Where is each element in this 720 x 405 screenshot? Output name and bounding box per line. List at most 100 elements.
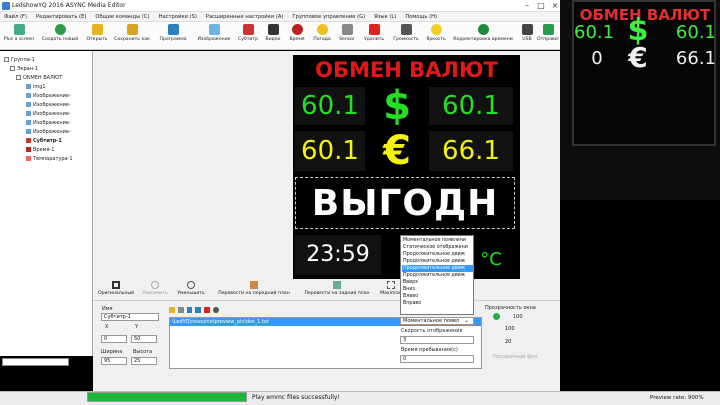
- transparency-radio[interactable]: [493, 313, 500, 320]
- bring-front-icon: [250, 281, 258, 289]
- video-icon: [267, 24, 279, 35]
- video-button[interactable]: Видео: [262, 24, 284, 49]
- tree-horizontal-scrollbar[interactable]: [2, 358, 69, 366]
- scene-usd-buy: 60.1: [574, 22, 615, 43]
- arrow-down-icon[interactable]: [195, 307, 202, 313]
- zoom-out-button[interactable]: Уменьшить: [175, 281, 207, 296]
- tree-item-group[interactable]: Группа-1: [4, 55, 35, 64]
- menu-language[interactable]: Язык (L): [374, 14, 396, 20]
- original-size-button[interactable]: Оригинальный: [97, 281, 135, 296]
- plus-screen-button[interactable]: Plus a screen: [2, 24, 36, 49]
- zoom-in-button[interactable]: Увеличить: [139, 281, 171, 296]
- dropdown-option[interactable]: Влево: [402, 293, 474, 300]
- speed-field[interactable]: 3: [400, 336, 474, 344]
- effect-select[interactable]: Моментальное появл: [400, 317, 474, 325]
- name-label: Имя: [102, 306, 113, 312]
- tree-item-time[interactable]: Время-1: [26, 145, 54, 154]
- delete-icon[interactable]: [204, 307, 211, 313]
- settings-icon[interactable]: [213, 307, 219, 313]
- menu-edit[interactable]: Редактировать (E): [36, 14, 86, 20]
- chevron-down-icon[interactable]: ⌄: [464, 317, 469, 324]
- subtitle-button[interactable]: Субтитр: [236, 24, 260, 49]
- menu-settings[interactable]: Настройки (S): [159, 14, 197, 20]
- tree-item-img1[interactable]: img1: [26, 82, 46, 91]
- usb-icon: [521, 24, 533, 35]
- tree-item-image[interactable]: Изображение-: [26, 127, 71, 136]
- send-icon: [542, 24, 554, 35]
- menu-file[interactable]: Файл (F): [4, 14, 27, 20]
- y-field[interactable]: 50: [131, 335, 157, 343]
- image-icon: [26, 93, 31, 98]
- menu-help[interactable]: Помощь (H): [405, 14, 437, 20]
- menu-advanced[interactable]: Расширенные настройки (A): [206, 14, 284, 20]
- dropdown-option[interactable]: Продолжительное движ: [402, 251, 474, 258]
- weather-button[interactable]: Погода: [310, 24, 334, 49]
- menu-group[interactable]: Групповое управление (G): [292, 14, 365, 20]
- tree-item-subtitle[interactable]: Субтитр-1: [26, 136, 62, 145]
- trans-20-field[interactable]: 20: [503, 339, 539, 347]
- usb-button[interactable]: USB: [518, 24, 536, 49]
- width-field[interactable]: 95: [101, 357, 127, 365]
- tree-item-temperature[interactable]: Темпаратура-1: [26, 154, 73, 163]
- dropdown-option-selected[interactable]: Продолжительное движ: [402, 265, 474, 272]
- brightness-button[interactable]: Яркость: [424, 24, 448, 49]
- clock-icon: [291, 24, 303, 35]
- name-field[interactable]: Субтитр-1: [101, 313, 159, 321]
- effect-dropdown[interactable]: Моментальное появлени Статическое отобра…: [400, 235, 474, 315]
- send-to-back-button[interactable]: Перевести на задний план: [299, 281, 375, 296]
- led-subtitle[interactable]: ВЫГОДН: [295, 177, 515, 229]
- program-button[interactable]: Программа: [156, 24, 190, 49]
- image-button[interactable]: Изображение: [194, 24, 234, 49]
- stay-time-field[interactable]: 0: [400, 355, 474, 363]
- dropdown-option[interactable]: Вверх: [402, 279, 474, 286]
- dropdown-option[interactable]: Продолжительное движ: [402, 272, 474, 279]
- tree-item-program[interactable]: ОБМЕН ВАЛЮТ: [16, 73, 62, 82]
- save-as-button[interactable]: Сохранить как: [112, 24, 152, 49]
- program-icon: [167, 24, 179, 35]
- delete-button[interactable]: Удалить: [360, 24, 388, 49]
- scene-euro-icon: €: [628, 41, 648, 74]
- tree-item-image[interactable]: Изображение-: [26, 109, 71, 118]
- tree-item-image[interactable]: Изображение-: [26, 91, 71, 100]
- dropdown-option[interactable]: Продолжительное движ: [402, 258, 474, 265]
- toolbar: Plus a screen Создать новый Открыть Сохр…: [0, 22, 560, 50]
- transparent-bg-label: Прозрачный фон: [493, 354, 538, 360]
- checkbox-icon[interactable]: [4, 57, 9, 62]
- bring-to-front-button[interactable]: Перевести на передний план: [211, 281, 297, 296]
- subtitle-icon: [242, 24, 254, 35]
- send-button[interactable]: Отправить: [537, 24, 559, 49]
- dropdown-option[interactable]: Моментальное появлени: [402, 237, 474, 244]
- folder-icon[interactable]: [169, 307, 175, 313]
- stay-time-label: Время пребывания(с): [401, 347, 458, 353]
- dropdown-option[interactable]: Статическое отображени: [402, 244, 474, 251]
- led-title[interactable]: ОБМЕН ВАЛЮТ: [293, 57, 520, 83]
- folder-icon: [91, 24, 103, 35]
- checkbox-icon[interactable]: [16, 75, 21, 80]
- time-correction-button[interactable]: Корректировка времени: [450, 24, 516, 49]
- maximize-icon[interactable]: □: [534, 0, 548, 12]
- menu-common[interactable]: Общие команды (C): [95, 14, 149, 20]
- dropdown-option[interactable]: Вправо: [402, 300, 474, 307]
- checkbox-icon[interactable]: [10, 66, 15, 71]
- edit-icon[interactable]: [177, 307, 184, 313]
- time-sync-icon: [477, 24, 489, 35]
- minimize-icon[interactable]: –: [520, 0, 534, 12]
- time-button[interactable]: Время: [286, 24, 308, 49]
- tree-item-image[interactable]: Изображение-: [26, 100, 71, 109]
- scene-eur-sell: 66.1: [675, 48, 716, 69]
- tree-item-image[interactable]: Изображение-: [26, 118, 71, 127]
- transparency-label: Прозрачность окна: [485, 305, 536, 311]
- volume-button[interactable]: Громкость: [390, 24, 422, 49]
- sensor-icon: [341, 24, 353, 35]
- dropdown-option[interactable]: Вниз: [402, 286, 474, 293]
- x-field[interactable]: 0: [101, 335, 127, 343]
- trans-100-field[interactable]: 100: [503, 326, 539, 334]
- height-field[interactable]: 25: [131, 357, 157, 365]
- tree-item-screen[interactable]: Экран-1: [10, 64, 38, 73]
- progress-bar: [87, 392, 247, 402]
- led-time: 23:59: [306, 242, 370, 267]
- create-new-button[interactable]: Создать новый: [40, 24, 80, 49]
- sensor-button[interactable]: Sensor: [336, 24, 358, 49]
- arrow-up-icon[interactable]: [186, 307, 193, 313]
- open-button[interactable]: Открыть: [84, 24, 110, 49]
